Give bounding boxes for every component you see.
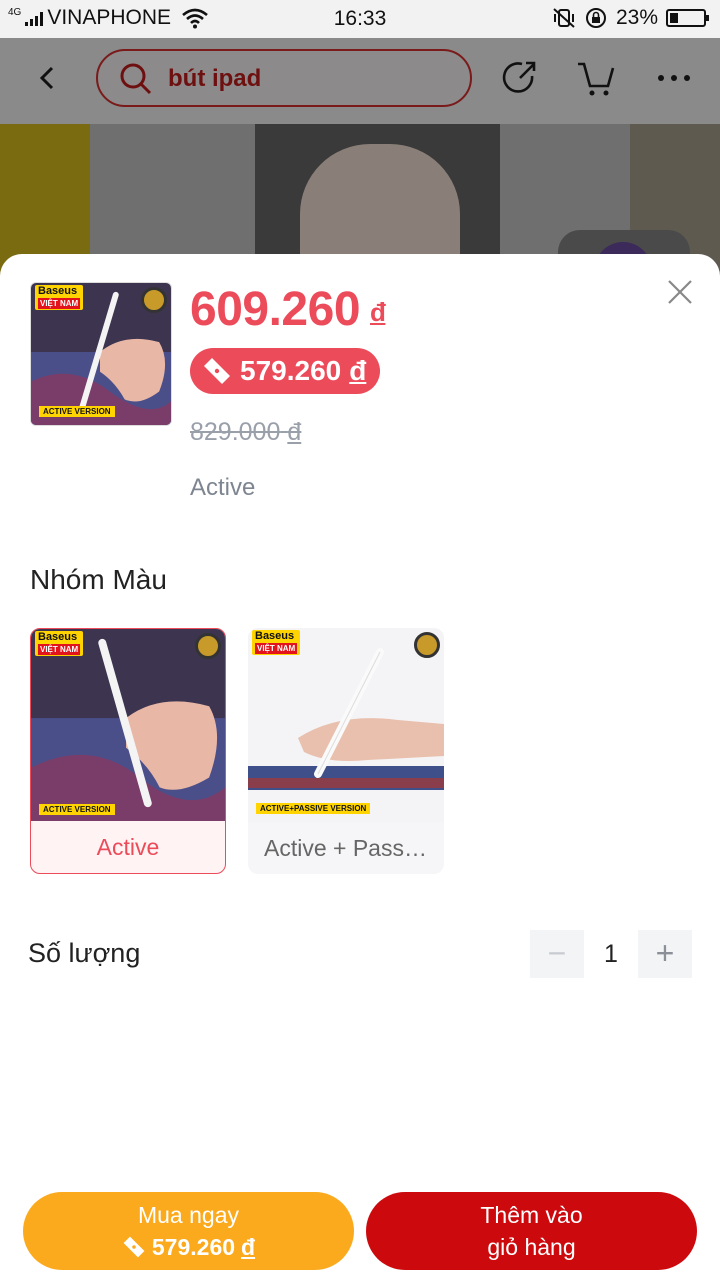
rotation-lock-icon bbox=[585, 8, 606, 28]
search-query: bút ipad bbox=[168, 65, 262, 92]
quantity-label: Số lượng bbox=[28, 938, 141, 968]
add-to-cart-label-line1: Thêm vào bbox=[480, 1202, 583, 1228]
quantity-decrease-button[interactable]: − bbox=[530, 930, 584, 978]
selected-variant-text: Active bbox=[190, 474, 256, 501]
cart-icon[interactable] bbox=[576, 58, 616, 98]
add-to-cart-label-line2: giỏ hàng bbox=[487, 1234, 576, 1260]
buy-now-price: 579.260 đ bbox=[122, 1231, 255, 1263]
quantity-increase-button[interactable]: + bbox=[638, 930, 692, 978]
status-right: 23% bbox=[552, 6, 709, 30]
variant-sheet: Baseus VIỆT NAM ACTIVE VERSION 609.260 đ 5… bbox=[0, 254, 720, 1280]
battery-icon bbox=[666, 9, 709, 27]
search-bar[interactable]: bút ipad bbox=[96, 49, 472, 107]
close-icon[interactable] bbox=[666, 278, 694, 306]
top-header: bút ipad bbox=[0, 38, 720, 124]
search-icon bbox=[120, 63, 152, 95]
variant-image: Baseus VIỆT NAM ACTIVE+PASSIVE VERSION bbox=[248, 628, 444, 822]
brand-badge: Baseus VIỆT NAM bbox=[35, 285, 84, 310]
variant-label: Active + Passive bbox=[264, 835, 434, 861]
product-thumbnail: Baseus VIỆT NAM ACTIVE VERSION bbox=[30, 282, 172, 426]
battery-percent: 23% bbox=[615, 6, 658, 29]
seal-icon bbox=[195, 633, 221, 659]
quantity-value[interactable]: 1 bbox=[584, 940, 638, 969]
status-bar: 4G VINAPHONE 16:33 23% bbox=[0, 0, 720, 38]
version-tag: ACTIVE+PASSIVE VERSION bbox=[256, 803, 371, 814]
ticket-icon bbox=[123, 1236, 145, 1258]
variant-option-active-passive[interactable]: Baseus VIỆT NAM ACTIVE+PASSIVE VERSION Ac… bbox=[248, 628, 444, 874]
version-tag: ACTIVE VERSION bbox=[39, 406, 115, 417]
brand-badge: Baseus VIỆT NAM bbox=[35, 631, 84, 656]
variant-option-active[interactable]: Baseus VIỆT NAM ACTIVE VERSION Active bbox=[30, 628, 226, 874]
ticket-icon bbox=[204, 358, 230, 384]
variant-label: Active bbox=[96, 834, 160, 860]
current-price: 609.260 đ bbox=[190, 283, 386, 336]
buy-now-label: Mua ngay bbox=[137, 1202, 239, 1228]
seal-icon bbox=[414, 632, 440, 658]
back-icon[interactable] bbox=[30, 60, 66, 96]
original-price: 829.000 đ bbox=[190, 418, 302, 446]
share-icon[interactable] bbox=[500, 58, 540, 98]
add-to-cart-button[interactable]: Thêm vào giỏ hàng bbox=[366, 1192, 697, 1270]
brand-badge: Baseus VIỆT NAM bbox=[252, 630, 301, 655]
vibrate-off-icon bbox=[553, 8, 575, 28]
variant-group-title: Nhóm Màu bbox=[30, 564, 167, 595]
variant-image: Baseus VIỆT NAM ACTIVE VERSION bbox=[31, 629, 225, 823]
seal-icon bbox=[141, 287, 167, 313]
voucher-price-badge: 579.260 đ bbox=[190, 348, 381, 394]
buy-now-button[interactable]: Mua ngay 579.260 đ bbox=[23, 1192, 354, 1270]
version-tag: ACTIVE VERSION bbox=[39, 804, 115, 815]
more-icon[interactable] bbox=[654, 58, 694, 98]
